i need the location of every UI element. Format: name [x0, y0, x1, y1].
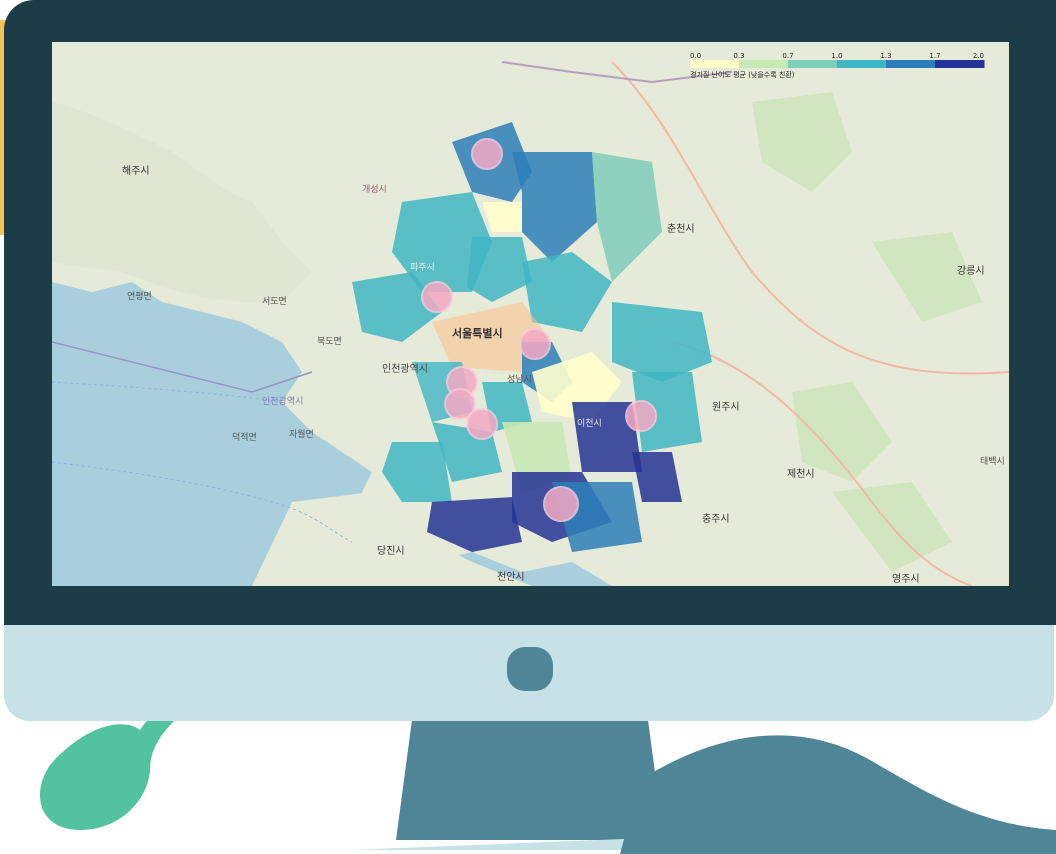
monitor-stand — [40, 706, 1056, 854]
sea-boundary — [52, 341, 313, 393]
marker-circle[interactable] — [543, 486, 579, 522]
marker-circle[interactable] — [466, 408, 498, 440]
label-chuncheon: 춘천시 — [667, 223, 695, 235]
legend-color-swatch — [739, 60, 789, 68]
label-jaweol: 자월면 — [289, 428, 314, 440]
legend-color-swatch — [935, 60, 985, 68]
label-bukdo: 북도면 — [317, 336, 342, 347]
decor-green-blob — [40, 706, 178, 830]
choropleth-map[interactable]: 서울특별시 인천광역시 인천광역시 춘천시 원주시 제천시 충주시 강릉시 영주… — [52, 42, 1009, 586]
label-gangneung: 강릉시 — [957, 265, 985, 277]
marker-circle[interactable] — [519, 328, 551, 360]
label-incheon-sea: 인천광역시 — [262, 395, 303, 407]
label-seodo: 서도면 — [262, 296, 287, 307]
label-chungju: 충주시 — [702, 513, 730, 525]
label-taebaek: 태백시 — [980, 456, 1005, 467]
legend-tick-label: 1.7 — [929, 52, 940, 60]
label-icheon: 이천시 — [577, 418, 602, 429]
label-seoul: 서울특별시 — [452, 326, 503, 340]
label-deokjeok: 덕적면 — [232, 431, 257, 443]
legend-tick-label: 0.3 — [733, 52, 744, 60]
label-wonju: 원주시 — [712, 401, 740, 413]
label-yeongju: 영주시 — [892, 573, 920, 585]
marker-circle[interactable] — [471, 138, 503, 170]
stand-neck — [396, 720, 664, 840]
label-dangjin: 당진시 — [377, 545, 405, 557]
marker-circle[interactable] — [421, 281, 453, 313]
label-jecheon: 제천시 — [787, 468, 815, 480]
legend-tick-label: 1.3 — [880, 52, 891, 60]
label-cheonan: 천안시 — [497, 571, 525, 583]
legend-color-swatch — [788, 60, 838, 68]
legend-tick-label: 0.0 — [690, 52, 701, 60]
label-yeonpyeong: 연평면 — [127, 291, 152, 302]
legend-tick-label: 2.0 — [973, 52, 984, 60]
legend-color-swatch — [690, 60, 740, 68]
legend-color-swatch — [886, 60, 936, 68]
label-incheon: 인천광역시 — [382, 363, 428, 375]
label-seongnam: 성남시 — [507, 374, 532, 385]
label-haeju: 해주시 — [122, 164, 150, 177]
legend-title: 경기질 난이도 평균 (낮을수록 친환) — [690, 70, 795, 79]
legend-tick-label: 1.0 — [831, 52, 842, 60]
decor-wave — [620, 735, 1056, 854]
sea-route — [52, 381, 283, 403]
power-button[interactable] — [507, 647, 553, 691]
legend-color-swatch — [837, 60, 887, 68]
legend-colorbar — [690, 60, 985, 68]
label-paju: 파주시 — [410, 262, 435, 273]
legend-tick-label: 0.7 — [782, 52, 793, 60]
legend-ticks: 0.0 0.3 0.7 1.0 1.3 1.7 2.0 — [690, 52, 984, 60]
label-gaeseong: 개성시 — [362, 184, 387, 195]
map-screen[interactable]: 서울특별시 인천광역시 인천광역시 춘천시 원주시 제천시 충주시 강릉시 영주… — [52, 42, 1009, 586]
marker-circle[interactable] — [625, 400, 657, 432]
